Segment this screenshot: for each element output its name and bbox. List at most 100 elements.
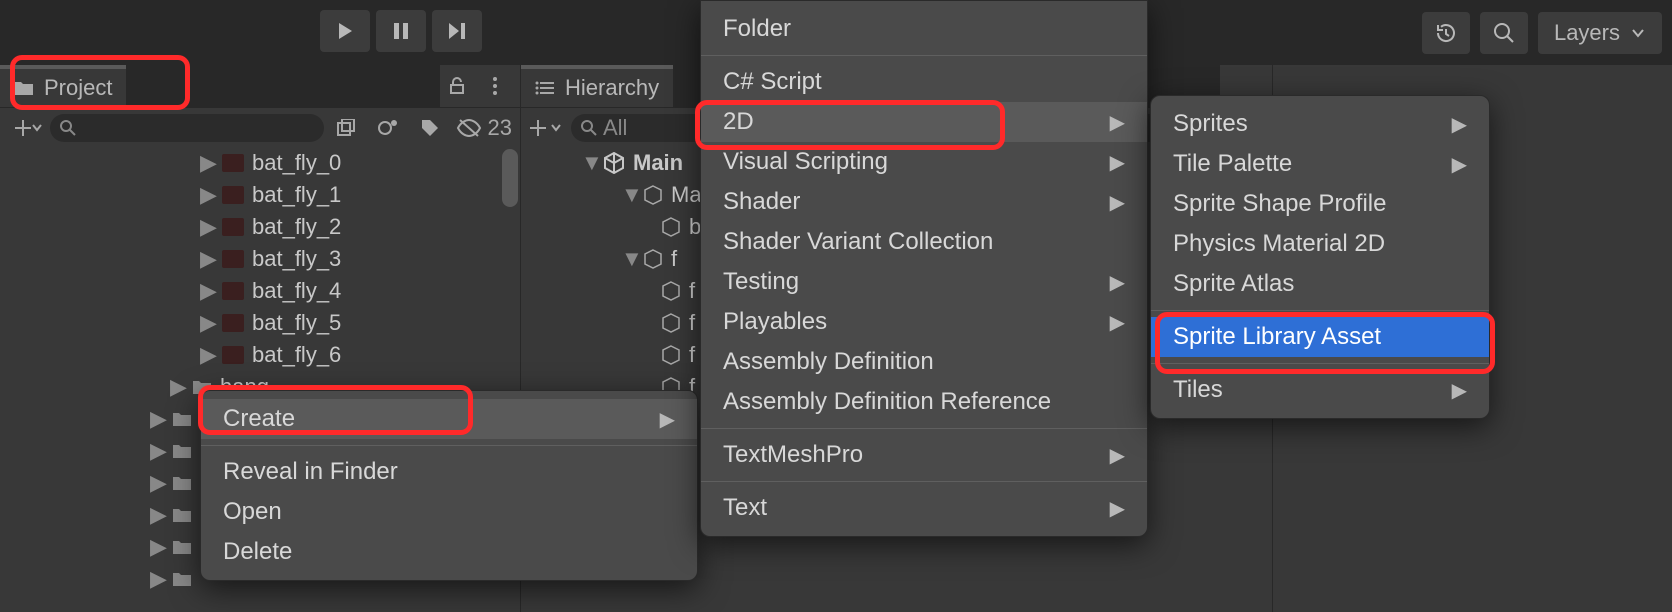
hierarchy-tab-label: Hierarchy xyxy=(565,75,659,101)
expand-button[interactable] xyxy=(326,112,366,144)
chevron-right-icon: ▶ xyxy=(1452,112,1467,137)
tree-item-label: bat_fly_2 xyxy=(252,214,341,240)
menu-item-text[interactable]: Text▶ xyxy=(701,488,1147,528)
menu-item-label: Sprite Atlas xyxy=(1173,270,1294,298)
menu-item-assembly-definition[interactable]: Assembly Definition xyxy=(701,342,1147,382)
menu-item-label: Create xyxy=(223,405,295,433)
folder-icon xyxy=(172,507,192,523)
project-tab-row: Project xyxy=(0,65,520,107)
folder-icon xyxy=(172,443,192,459)
chevron-right-icon: ▶ xyxy=(1110,110,1125,135)
context-menu-2d: Sprites▶ Tile Palette▶ Sprite Shape Prof… xyxy=(1150,95,1490,419)
menu-separator xyxy=(701,55,1147,56)
hierarchy-add-button[interactable] xyxy=(529,119,561,137)
folder-icon xyxy=(172,571,192,587)
menu-item-2d[interactable]: 2D ▶ xyxy=(701,102,1147,142)
project-toolrow: 23 xyxy=(0,107,520,147)
menu-separator xyxy=(1151,310,1489,311)
filter-label-button[interactable] xyxy=(410,112,450,144)
kebab-menu-button[interactable] xyxy=(478,69,512,103)
hierarchy-item-label: f xyxy=(689,342,695,368)
tree-row[interactable]: ▶bat_fly_6 xyxy=(0,339,520,371)
cube-icon xyxy=(643,249,663,269)
cube-icon xyxy=(661,313,681,333)
cube-icon xyxy=(661,345,681,365)
tree-row[interactable]: ▶bat_fly_3 xyxy=(0,243,520,275)
menu-item-label: C# Script xyxy=(723,68,822,96)
sprite-thumb-icon xyxy=(222,250,244,268)
menu-item-assembly-definition-ref[interactable]: Assembly Definition Reference xyxy=(701,382,1147,422)
menu-item-label: Assembly Definition Reference xyxy=(723,388,1051,416)
hidden-indicator[interactable]: 23 xyxy=(452,115,512,141)
tree-item-label: bat_fly_0 xyxy=(252,150,341,176)
menu-separator xyxy=(701,481,1147,482)
search-button[interactable] xyxy=(1480,12,1528,54)
pause-button[interactable] xyxy=(376,10,426,52)
layers-dropdown[interactable]: Layers xyxy=(1538,12,1662,54)
scrollbar-thumb[interactable] xyxy=(502,149,518,207)
menu-item-visual-scripting[interactable]: Visual Scripting▶ xyxy=(701,142,1147,182)
menu-item-reveal-finder[interactable]: Reveal in Finder xyxy=(201,452,697,492)
menu-item-sprite-library-asset[interactable]: Sprite Library Asset xyxy=(1151,317,1489,357)
history-button[interactable] xyxy=(1422,12,1470,54)
menu-item-physics-material-2d[interactable]: Physics Material 2D xyxy=(1151,224,1489,264)
menu-item-delete[interactable]: Delete xyxy=(201,532,697,572)
chevron-right-icon: ▶ xyxy=(1110,496,1125,521)
menu-item-open[interactable]: Open xyxy=(201,492,697,532)
menu-item-playables[interactable]: Playables▶ xyxy=(701,302,1147,342)
hierarchy-item-label: f xyxy=(689,310,695,336)
filter-type-button[interactable] xyxy=(368,112,408,144)
tree-row[interactable]: ▶bat_fly_4 xyxy=(0,275,520,307)
pause-icon xyxy=(393,22,409,40)
tree-item-label: bat_fly_1 xyxy=(252,182,341,208)
menu-item-sprites[interactable]: Sprites▶ xyxy=(1151,104,1489,144)
menu-item-label: Delete xyxy=(223,538,292,566)
menu-separator xyxy=(701,428,1147,429)
lock-button[interactable] xyxy=(440,69,474,103)
chevron-right-icon: ▶ xyxy=(1452,378,1467,403)
chevron-right-icon: ▶ xyxy=(1110,190,1125,215)
play-button[interactable] xyxy=(320,10,370,52)
tree-row[interactable]: ▶bat_fly_2 xyxy=(0,211,520,243)
context-menu-project: Create ▶ Reveal in Finder Open Delete xyxy=(200,390,698,581)
hierarchy-item-label: f xyxy=(689,278,695,304)
menu-item-textmeshpro[interactable]: TextMeshPro▶ xyxy=(701,435,1147,475)
sprite-thumb-icon xyxy=(222,186,244,204)
project-tab-tools xyxy=(440,65,520,107)
sprite-thumb-icon xyxy=(222,154,244,172)
folder-icon xyxy=(172,411,192,427)
menu-item-sprite-atlas[interactable]: Sprite Atlas xyxy=(1151,264,1489,304)
tree-item-label: bat_fly_3 xyxy=(252,246,341,272)
chevron-right-icon: ▶ xyxy=(660,407,675,432)
project-tab[interactable]: Project xyxy=(0,65,126,107)
menu-item-create[interactable]: Create ▶ xyxy=(201,399,697,439)
menu-item-tile-palette[interactable]: Tile Palette▶ xyxy=(1151,144,1489,184)
menu-item-testing[interactable]: Testing▶ xyxy=(701,262,1147,302)
hierarchy-tab[interactable]: Hierarchy xyxy=(521,65,673,107)
menu-item-label: Tile Palette xyxy=(1173,150,1292,178)
step-button[interactable] xyxy=(432,10,482,52)
menu-item-tiles[interactable]: Tiles▶ xyxy=(1151,370,1489,410)
menu-item-sprite-shape-profile[interactable]: Sprite Shape Profile xyxy=(1151,184,1489,224)
menu-item-folder[interactable]: Folder xyxy=(701,9,1147,49)
search-icon xyxy=(1493,22,1515,44)
tree-row[interactable]: ▶bat_fly_5 xyxy=(0,307,520,339)
circle-dot-icon xyxy=(378,118,398,138)
tree-row[interactable]: ▶bat_fly_1 xyxy=(0,179,520,211)
add-button[interactable] xyxy=(8,112,48,144)
search-icon xyxy=(581,120,597,136)
tree-item-label: bat_fly_5 xyxy=(252,310,341,336)
history-icon xyxy=(1434,21,1458,45)
play-controls xyxy=(320,10,482,52)
menu-item-csharp-script[interactable]: C# Script xyxy=(701,62,1147,102)
tree-row[interactable]: ▶bat_fly_0 xyxy=(0,147,520,179)
tag-icon xyxy=(420,118,440,138)
plus-icon xyxy=(14,119,32,137)
menu-item-shader-variant[interactable]: Shader Variant Collection xyxy=(701,222,1147,262)
project-search[interactable] xyxy=(50,114,324,142)
step-icon xyxy=(447,22,467,40)
sprite-thumb-icon xyxy=(222,314,244,332)
menu-item-label: Testing xyxy=(723,268,799,296)
menu-item-label: Assembly Definition xyxy=(723,348,934,376)
menu-item-shader[interactable]: Shader▶ xyxy=(701,182,1147,222)
